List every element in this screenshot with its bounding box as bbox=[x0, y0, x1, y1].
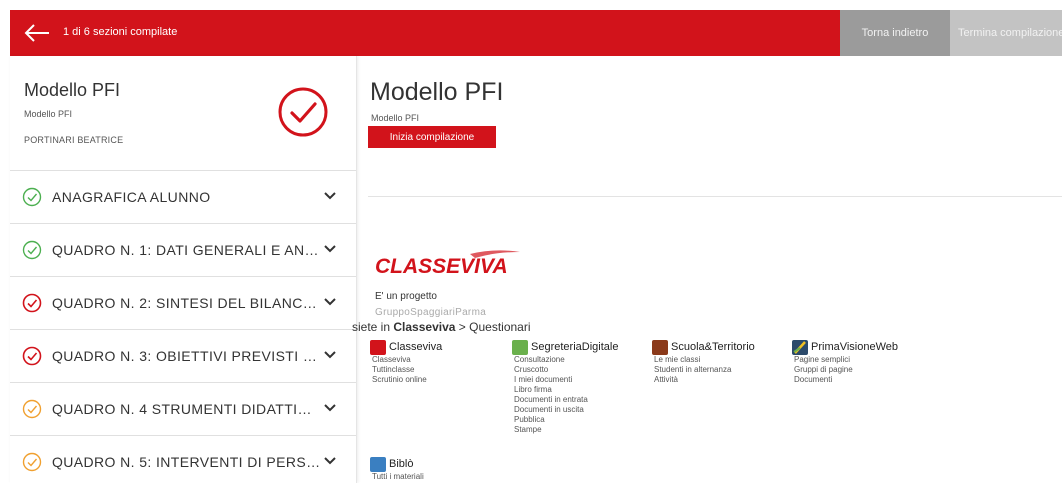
check-circle-icon bbox=[278, 87, 328, 137]
section-label: QUADRO N. 1: DATI GENERALI E AN… bbox=[52, 242, 319, 258]
start-compilation-button[interactable]: Inizia compilazione bbox=[368, 126, 496, 148]
page-title: Modello PFI bbox=[370, 78, 504, 106]
sidebar: Modello PFI Modello PFI PORTINARI BEATRI… bbox=[10, 56, 357, 483]
app-link[interactable]: Attività bbox=[654, 375, 755, 385]
app-name[interactable]: Biblò bbox=[389, 458, 413, 470]
logo-text: CLASSEVIVA bbox=[375, 255, 508, 276]
chevron-down-icon[interactable] bbox=[323, 244, 337, 254]
back-arrow-icon[interactable] bbox=[24, 24, 50, 42]
section-item[interactable]: QUADRO N. 2: SINTESI DEL BILANC… bbox=[10, 277, 356, 330]
app-classeviva: Classeviva Classeviva Tuttinclasse Scrut… bbox=[370, 339, 442, 385]
section-item[interactable]: QUADRO N. 5: INTERVENTI DI PERS… bbox=[10, 436, 356, 483]
app-scuola-territorio: Scuola&Territorio Le mie classi Studenti… bbox=[652, 339, 755, 385]
breadcrumb: siete in Classeviva > Questionari bbox=[352, 320, 531, 334]
breadcrumb-page[interactable]: Questionari bbox=[469, 320, 530, 334]
app-link[interactable]: Pagine semplici bbox=[794, 355, 898, 365]
app-link[interactable]: Classeviva bbox=[372, 355, 442, 365]
check-circle-icon bbox=[22, 187, 42, 207]
chevron-down-icon[interactable] bbox=[323, 456, 337, 466]
chevron-down-icon[interactable] bbox=[323, 403, 337, 413]
check-circle-icon bbox=[22, 452, 42, 472]
app-link[interactable]: Gruppi di pagine bbox=[794, 365, 898, 375]
sidebar-header: Modello PFI Modello PFI PORTINARI BEATRI… bbox=[10, 56, 356, 171]
app-link[interactable]: Studenti in alternanza bbox=[654, 365, 755, 375]
section-label: QUADRO N. 5: INTERVENTI DI PERS… bbox=[52, 454, 321, 470]
app-name[interactable]: Classeviva bbox=[389, 341, 442, 353]
progress-text: 1 di 6 sezioni compilate bbox=[63, 26, 178, 38]
classeviva-icon[interactable] bbox=[370, 339, 386, 355]
project-text: E' un progetto bbox=[375, 291, 437, 302]
app-name[interactable]: PrimaVisioneWeb bbox=[811, 341, 898, 353]
check-circle-icon bbox=[22, 293, 42, 313]
section-label: QUADRO N. 3: OBIETTIVI PREVISTI … bbox=[52, 348, 318, 364]
app-biblo: Biblò Tutti i materiali bbox=[370, 456, 424, 482]
prima-visione-web-glyph bbox=[793, 340, 806, 354]
section-item[interactable]: ANAGRAFICA ALUNNO bbox=[10, 171, 356, 224]
check-circle-icon bbox=[22, 346, 42, 366]
app-link[interactable]: Tuttinclasse bbox=[372, 365, 442, 375]
app-link[interactable]: Le mie classi bbox=[654, 355, 755, 365]
sidebar-subtitle: Modello PFI bbox=[24, 109, 73, 119]
section-item[interactable]: QUADRO N. 1: DATI GENERALI E AN… bbox=[10, 224, 356, 277]
app-link[interactable]: Documenti in uscita bbox=[514, 405, 618, 415]
back-button[interactable]: Torna indietro bbox=[840, 10, 950, 56]
app-link[interactable]: Stampe bbox=[514, 425, 618, 435]
check-circle-icon bbox=[22, 240, 42, 260]
section-item[interactable]: QUADRO N. 4 STRUMENTI DIDATTI… bbox=[10, 383, 356, 436]
app-link[interactable]: Libro firma bbox=[514, 385, 618, 395]
chevron-down-icon[interactable] bbox=[323, 297, 337, 307]
app-segreteria-digitale: SegreteriaDigitale Consultazione Cruscot… bbox=[512, 339, 618, 435]
company-name[interactable]: GruppoSpaggiariParma bbox=[375, 307, 486, 318]
breadcrumb-app[interactable]: Classeviva bbox=[393, 320, 455, 334]
student-name: PORTINARI BEATRICE bbox=[24, 135, 124, 145]
app-name[interactable]: SegreteriaDigitale bbox=[531, 341, 618, 353]
app-name[interactable]: Scuola&Territorio bbox=[671, 341, 755, 353]
page-subtitle: Modello PFI bbox=[371, 113, 420, 123]
top-bar: 1 di 6 sezioni compilate Torna indietro … bbox=[10, 10, 1062, 56]
classeviva-logo[interactable]: CLASSEVIVA bbox=[375, 250, 525, 276]
biblo-icon[interactable] bbox=[370, 456, 386, 472]
app-link[interactable]: Documenti bbox=[794, 375, 898, 385]
sidebar-title: Modello PFI bbox=[24, 80, 121, 100]
app-link[interactable]: Cruscotto bbox=[514, 365, 618, 375]
app-link[interactable]: Scrutinio online bbox=[372, 375, 442, 385]
app-link[interactable]: Pubblica bbox=[514, 415, 618, 425]
divider bbox=[368, 196, 1062, 197]
chevron-down-icon[interactable] bbox=[323, 191, 337, 201]
app-link[interactable]: Consultazione bbox=[514, 355, 618, 365]
app-link[interactable]: Tutti i materiali bbox=[372, 472, 424, 482]
breadcrumb-prefix: siete in bbox=[352, 320, 391, 334]
prima-visione-web-icon[interactable] bbox=[792, 339, 808, 355]
section-item[interactable]: QUADRO N. 3: OBIETTIVI PREVISTI … bbox=[10, 330, 356, 383]
app-link[interactable]: Documenti in entrata bbox=[514, 395, 618, 405]
section-label: QUADRO N. 2: SINTESI DEL BILANC… bbox=[52, 295, 318, 311]
app-prima-visione-web: PrimaVisioneWeb Pagine semplici Gruppi d… bbox=[792, 339, 898, 385]
segreteria-digitale-icon[interactable] bbox=[512, 339, 528, 355]
section-label: QUADRO N. 4 STRUMENTI DIDATTI… bbox=[52, 401, 312, 417]
section-label: ANAGRAFICA ALUNNO bbox=[52, 189, 211, 205]
app-link[interactable]: I miei documenti bbox=[514, 375, 618, 385]
finish-button[interactable]: Termina compilazione bbox=[950, 10, 1062, 56]
scuola-territorio-icon[interactable] bbox=[652, 339, 668, 355]
check-circle-icon bbox=[22, 399, 42, 419]
breadcrumb-separator: > bbox=[458, 320, 466, 334]
chevron-down-icon[interactable] bbox=[323, 350, 337, 360]
